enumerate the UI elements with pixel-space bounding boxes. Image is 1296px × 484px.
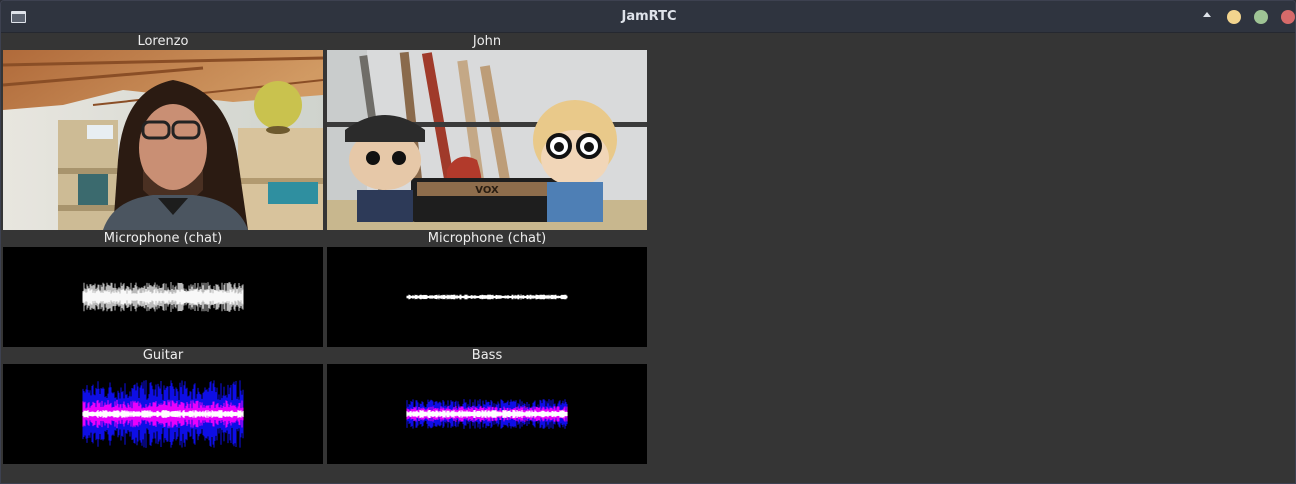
svg-text:VOX: VOX: [475, 185, 499, 196]
waveform-lorenzo-mic: [3, 247, 323, 347]
track-label: Microphone (chat): [103, 231, 223, 246]
waveform-graphic: [406, 399, 568, 429]
track-label: Microphone (chat): [427, 231, 547, 246]
video-feed-lorenzo: [3, 50, 323, 230]
participant-name: John: [472, 34, 502, 49]
minimize-button[interactable]: [1227, 10, 1241, 24]
window-title: JamRTC: [621, 9, 677, 24]
title-bar[interactable]: JamRTC: [1, 1, 1295, 33]
video-frame-lorenzo: [3, 50, 323, 230]
waveform-graphic: [82, 282, 244, 312]
maximize-button[interactable]: [1254, 10, 1268, 24]
participant-name: Lorenzo: [137, 34, 189, 49]
waveform-john-mic: [327, 247, 647, 347]
shade-icon[interactable]: [1203, 12, 1211, 17]
video-feed-john: VOX: [327, 50, 647, 230]
track-label: Guitar: [142, 348, 184, 363]
waveform-lorenzo-guitar: [3, 364, 323, 464]
waveform-graphic: [82, 380, 244, 448]
track-label: Bass: [471, 348, 503, 363]
app-window: JamRTC Lorenzo Microphone (chat) Guitar …: [0, 0, 1296, 484]
close-button[interactable]: [1281, 10, 1295, 24]
video-frame-john: VOX: [327, 50, 647, 230]
waveform-john-bass: [327, 364, 647, 464]
waveform-graphic: [406, 294, 568, 300]
